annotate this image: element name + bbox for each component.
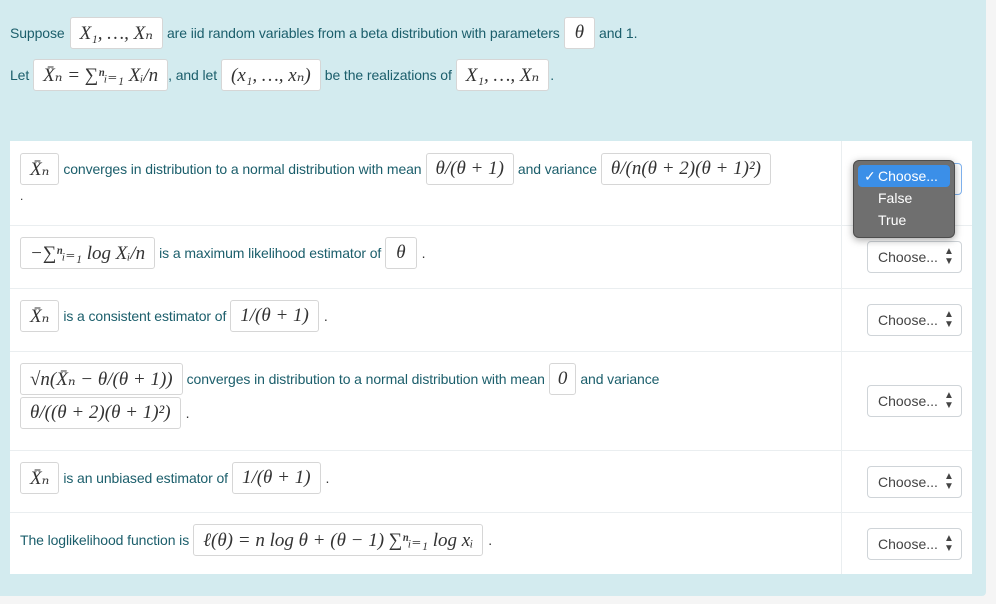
math-expression: θ/(θ + 1) [425, 153, 514, 185]
statement-text: converges in distribution to a normal di… [63, 161, 422, 177]
updown-arrows-icon: ▲▼ [943, 309, 954, 330]
table-row: −∑ⁿᵢ₌₁ log Xᵢ/n is a maximum likelihood … [10, 225, 972, 288]
math-expression: X̄ₙ [20, 153, 60, 185]
table-row: X̄ₙ is a consistent estimator of 1/(θ + … [10, 288, 972, 351]
statement-text: converges in distribution to a normal di… [186, 371, 545, 387]
checkmark-icon: ✓ [864, 168, 876, 184]
statement-text: is an unbiased estimator of [63, 470, 228, 486]
math-expression: θ [563, 17, 596, 49]
column-divider [841, 141, 842, 225]
table-row: X̄ₙ is an unbiased estimator of 1/(θ + 1… [10, 450, 972, 512]
statement-text: and variance [580, 371, 660, 387]
column-divider [841, 289, 842, 351]
intro-text: be the realizations of [324, 67, 452, 83]
math-expression: θ/(n(θ + 2)(θ + 1)²) [600, 153, 771, 185]
math-expression: −∑ⁿᵢ₌₁ log Xᵢ/n [20, 237, 156, 269]
intro-text: and 1. [599, 25, 638, 41]
math-expression: X₁, …, Xₙ [455, 59, 550, 91]
intro-text: are iid random variables from a beta dis… [167, 25, 560, 41]
math-expression: X̄ₙ [20, 300, 60, 332]
column-divider [841, 352, 842, 450]
intro-line-2: Let X̄ₙ = ∑ⁿᵢ₌₁ Xᵢ/n , and let (x₁, …, x… [10, 58, 637, 92]
statement-text: and variance [517, 161, 597, 177]
updown-arrows-icon: ▲▼ [943, 533, 954, 554]
statement-text: is a consistent estimator of [63, 308, 227, 324]
dropdown-option-false[interactable]: False [858, 187, 950, 209]
statement: The loglikelihood function is ℓ(θ) = n l… [20, 523, 840, 557]
table-row: X̄ₙ converges in distribution to a norma… [10, 141, 972, 225]
math-expression: ℓ(θ) = n log θ + (θ − 1) ∑ⁿᵢ₌₁ log xᵢ [193, 524, 484, 556]
statement-text: is a maximum likelihood estimator of [159, 245, 382, 261]
statement: X̄ₙ is a consistent estimator of 1/(θ + … [20, 299, 840, 333]
updown-arrows-icon: ▲▼ [943, 390, 954, 411]
statement-period: . [20, 189, 24, 203]
column-divider [841, 513, 842, 574]
question-panel: Suppose X₁, …, Xₙ are iid random variabl… [0, 0, 986, 596]
math-expression: θ/((θ + 2)(θ + 1)²) [20, 397, 181, 429]
option-label: False [878, 190, 913, 206]
statement: X̄ₙ is an unbiased estimator of 1/(θ + 1… [20, 461, 840, 495]
select-dropdown-menu: ✓ Choose... False True [853, 160, 955, 238]
dropdown-option-true[interactable]: True [858, 209, 950, 231]
table-row: √n(X̄ₙ − θ/(θ + 1)) converges in distrib… [10, 351, 972, 450]
math-expression: X₁, …, Xₙ [69, 17, 163, 49]
statement-text: The loglikelihood function is [20, 532, 190, 548]
statement: −∑ⁿᵢ₌₁ log Xᵢ/n is a maximum likelihood … [20, 236, 840, 270]
answer-select-4[interactable]: Choose... ▲ ▼ [867, 385, 962, 417]
column-divider [841, 451, 842, 512]
intro-text: . [550, 67, 554, 83]
math-expression: θ [385, 237, 417, 269]
math-expression: X̄ₙ = ∑ⁿᵢ₌₁ Xᵢ/n [33, 59, 169, 91]
math-expression: 1/(θ + 1) [231, 462, 321, 494]
table-row: The loglikelihood function is ℓ(θ) = n l… [10, 512, 972, 574]
select-value: Choose... [878, 249, 938, 265]
select-value: Choose... [878, 474, 938, 490]
select-value: Choose... [878, 393, 938, 409]
statement-period: . [421, 245, 426, 261]
math-expression: (x₁, …, xₙ) [221, 59, 321, 91]
statements-table: X̄ₙ converges in distribution to a norma… [10, 141, 972, 574]
intro-text: Suppose [10, 25, 65, 41]
math-expression: √n(X̄ₙ − θ/(θ + 1)) [20, 363, 183, 395]
answer-select-2[interactable]: Choose... ▲ ▼ [867, 241, 962, 273]
answer-select-6[interactable]: Choose... ▲ ▼ [867, 528, 962, 560]
statement: X̄ₙ converges in distribution to a norma… [20, 152, 840, 206]
answer-select-3[interactable]: Choose... ▲ ▼ [867, 304, 962, 336]
question-intro: Suppose X₁, …, Xₙ are iid random variabl… [10, 16, 637, 100]
dropdown-option-choose[interactable]: ✓ Choose... [858, 165, 950, 187]
answer-select-5[interactable]: Choose... ▲ ▼ [867, 466, 962, 498]
intro-text: Let [10, 67, 30, 83]
statement-period: . [185, 405, 190, 421]
statement-period: . [488, 532, 493, 548]
intro-line-1: Suppose X₁, …, Xₙ are iid random variabl… [10, 16, 637, 50]
select-value: Choose... [878, 536, 938, 552]
column-divider [841, 226, 842, 288]
updown-arrows-icon: ▲▼ [943, 246, 954, 267]
math-expression: 1/(θ + 1) [230, 300, 319, 332]
math-expression: X̄ₙ [20, 462, 60, 494]
option-label: Choose... [878, 168, 938, 184]
option-label: True [878, 212, 907, 228]
intro-text: , and let [168, 67, 218, 83]
select-value: Choose... [878, 312, 938, 328]
statement: √n(X̄ₙ − θ/(θ + 1)) converges in distrib… [20, 362, 840, 430]
math-expression: 0 [548, 363, 577, 395]
statement-period: . [325, 470, 330, 486]
updown-arrows-icon: ▲▼ [943, 471, 954, 492]
statement-period: . [323, 308, 328, 324]
